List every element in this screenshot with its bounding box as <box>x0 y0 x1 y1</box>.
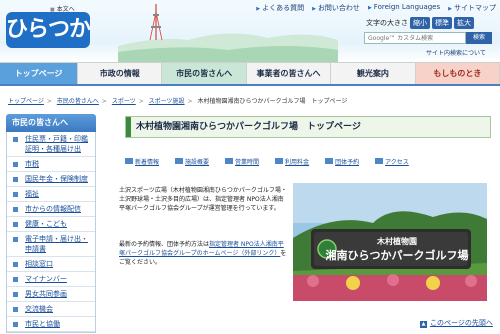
back-to-top-link[interactable]: ▲ このページの先頭へ <box>420 318 493 328</box>
anchor-hours[interactable]: 営業時間 <box>225 155 259 167</box>
nav-top-page[interactable]: トップページ <box>0 63 78 84</box>
anchor-overview[interactable]: 施設概要 <box>175 155 209 167</box>
booking-paragraph: 最新の予約情報、団体予約方法は指定管理者 NPO法人湘南平塚パークゴルフ協会グル… <box>119 240 287 267</box>
foreign-languages-link[interactable]: Foreign Languages <box>368 3 440 13</box>
in-page-links: 新着情報 施設概要 営業時間 利用料金 団体予約 アクセス <box>125 155 491 167</box>
arrow-icon <box>275 158 284 164</box>
breadcrumb-item[interactable]: トップページ <box>8 98 44 105</box>
intro-paragraph: 土沢スポーツ広場（木村植物園湘南ひらつかパークゴルフ場・土沢野球場・土沢多目的広… <box>119 187 287 212</box>
title-accent-bar <box>126 117 131 137</box>
sidebar-item-gender-equality[interactable]: 男女共同参画 <box>7 287 95 302</box>
arrow-icon <box>225 158 234 164</box>
park-golf-sign-photo: 木村植物園 湘南ひらつかパークゴルフ場 <box>293 183 487 301</box>
anchor-label: 利用料金 <box>285 158 310 166</box>
nav-city-info[interactable]: 市政の情報 <box>78 63 163 84</box>
anchor-label: 新着情報 <box>135 158 160 166</box>
search-help-link[interactable]: サイト内検索について <box>426 48 486 57</box>
page-title-box: 木村植物園湘南ひらつかパークゴルフ場 トップページ <box>125 116 491 138</box>
anchor-access[interactable]: アクセス <box>375 155 409 167</box>
breadcrumb-current: 木村植物園湘南ひらつかパークゴルフ場 トップページ <box>197 98 348 105</box>
site-header: ひらつか 本文へ よくある質問 お問い合わせ Foreign Languages… <box>0 0 500 62</box>
arrow-up-icon: ▲ <box>420 321 427 328</box>
sidebar-item-e-application[interactable]: 電子申請・届け出・申請書 <box>7 232 95 257</box>
sitemap-link[interactable]: サイトマップ <box>448 3 496 13</box>
contact-link[interactable]: お問い合わせ <box>312 3 360 13</box>
breadcrumb: トップページ > 市民の皆さんへ > スポーツ > スポーツ施設 > 木村植物園湘南ひら… <box>8 98 348 105</box>
page-title: 木村植物園湘南ひらつかパークゴルフ場 トップページ <box>136 122 361 132</box>
font-size-control: 文字の大きさ 縮小 標準 拡大 <box>366 17 474 29</box>
faq-link[interactable]: よくある質問 <box>256 3 304 13</box>
sign-line-1: 木村植物園 <box>376 236 417 246</box>
font-size-label: 文字の大きさ <box>366 19 408 27</box>
sidebar-item-exchange[interactable]: 交流機会 <box>7 302 95 317</box>
font-size-smaller-button[interactable]: 縮小 <box>410 17 430 29</box>
anchor-fees[interactable]: 利用料金 <box>275 155 309 167</box>
utility-links: よくある質問 お問い合わせ Foreign Languages サイトマップ <box>256 3 496 13</box>
font-size-standard-button[interactable]: 標準 <box>432 17 452 29</box>
breadcrumb-item[interactable]: スポーツ施設 <box>149 98 185 105</box>
sidebar-item-mynumber[interactable]: マイナンバー <box>7 272 95 287</box>
nav-for-residents[interactable]: 市民の皆さんへ <box>162 63 247 84</box>
back-to-top-label: このページの先頭へ <box>430 319 493 327</box>
anchor-label: 施設概要 <box>185 158 210 166</box>
sidebar-item-collaboration[interactable]: 市民と協働 <box>7 317 95 332</box>
search-button[interactable]: 検索 <box>466 32 492 44</box>
sidebar-item-welfare[interactable]: 福祉 <box>7 187 95 202</box>
skip-to-content-link[interactable]: 本文へ <box>50 4 75 13</box>
arrow-icon <box>375 158 384 164</box>
nav-for-businesses[interactable]: 事業者の皆さんへ <box>247 63 332 84</box>
nav-emergency[interactable]: もしものとき <box>415 63 500 84</box>
booking-text: 最新の予約情報、団体予約方法は <box>119 241 210 248</box>
anchor-label: 団体予約 <box>335 158 360 166</box>
page: ひらつか 本文へ よくある質問 お問い合わせ Foreign Languages… <box>0 0 500 334</box>
breadcrumb-item[interactable]: 市民の皆さんへ <box>57 98 99 105</box>
sidebar-item-registry[interactable]: 住民票・戸籍・印鑑証明・各種届け出 <box>7 132 95 157</box>
sign-line-2: 湘南ひらつかパークゴルフ場 <box>326 248 469 262</box>
hiratsuka-logo[interactable]: ひらつか <box>6 12 91 48</box>
nav-tourism[interactable]: 観光案内 <box>331 63 416 84</box>
search-box: 検索 <box>364 32 492 44</box>
sidebar-item-tax[interactable]: 市税 <box>7 157 95 172</box>
sidebar-item-info-delivery[interactable]: 市からの情報配信 <box>7 202 95 217</box>
sidebar-item-pension[interactable]: 国民年金・保険制度 <box>7 172 95 187</box>
arrow-icon <box>125 158 133 164</box>
anchor-news[interactable]: 新着情報 <box>125 155 159 167</box>
anchor-label: アクセス <box>385 158 409 166</box>
sidebar-title: 市民の皆さんへ <box>6 114 96 132</box>
global-nav: トップページ 市政の情報 市民の皆さんへ 事業者の皆さんへ 観光案内 もしものと… <box>0 62 500 86</box>
search-input[interactable] <box>364 32 466 44</box>
sidebar: 市民の皆さんへ 住民票・戸籍・印鑑証明・各種届け出 市税 国民年金・保険制度 福… <box>6 114 96 334</box>
breadcrumb-item[interactable]: スポーツ <box>112 98 136 105</box>
sidebar-item-consultation[interactable]: 相談窓口 <box>7 257 95 272</box>
arrow-icon <box>175 158 184 164</box>
font-size-larger-button[interactable]: 拡大 <box>454 17 474 29</box>
sidebar-list: 住民票・戸籍・印鑑証明・各種届け出 市税 国民年金・保険制度 福祉 市からの情報… <box>6 132 96 333</box>
anchor-group-booking[interactable]: 団体予約 <box>325 155 359 167</box>
sidebar-item-health[interactable]: 健康・こども <box>7 217 95 232</box>
anchor-label: 営業時間 <box>235 158 260 166</box>
arrow-icon <box>325 158 334 164</box>
